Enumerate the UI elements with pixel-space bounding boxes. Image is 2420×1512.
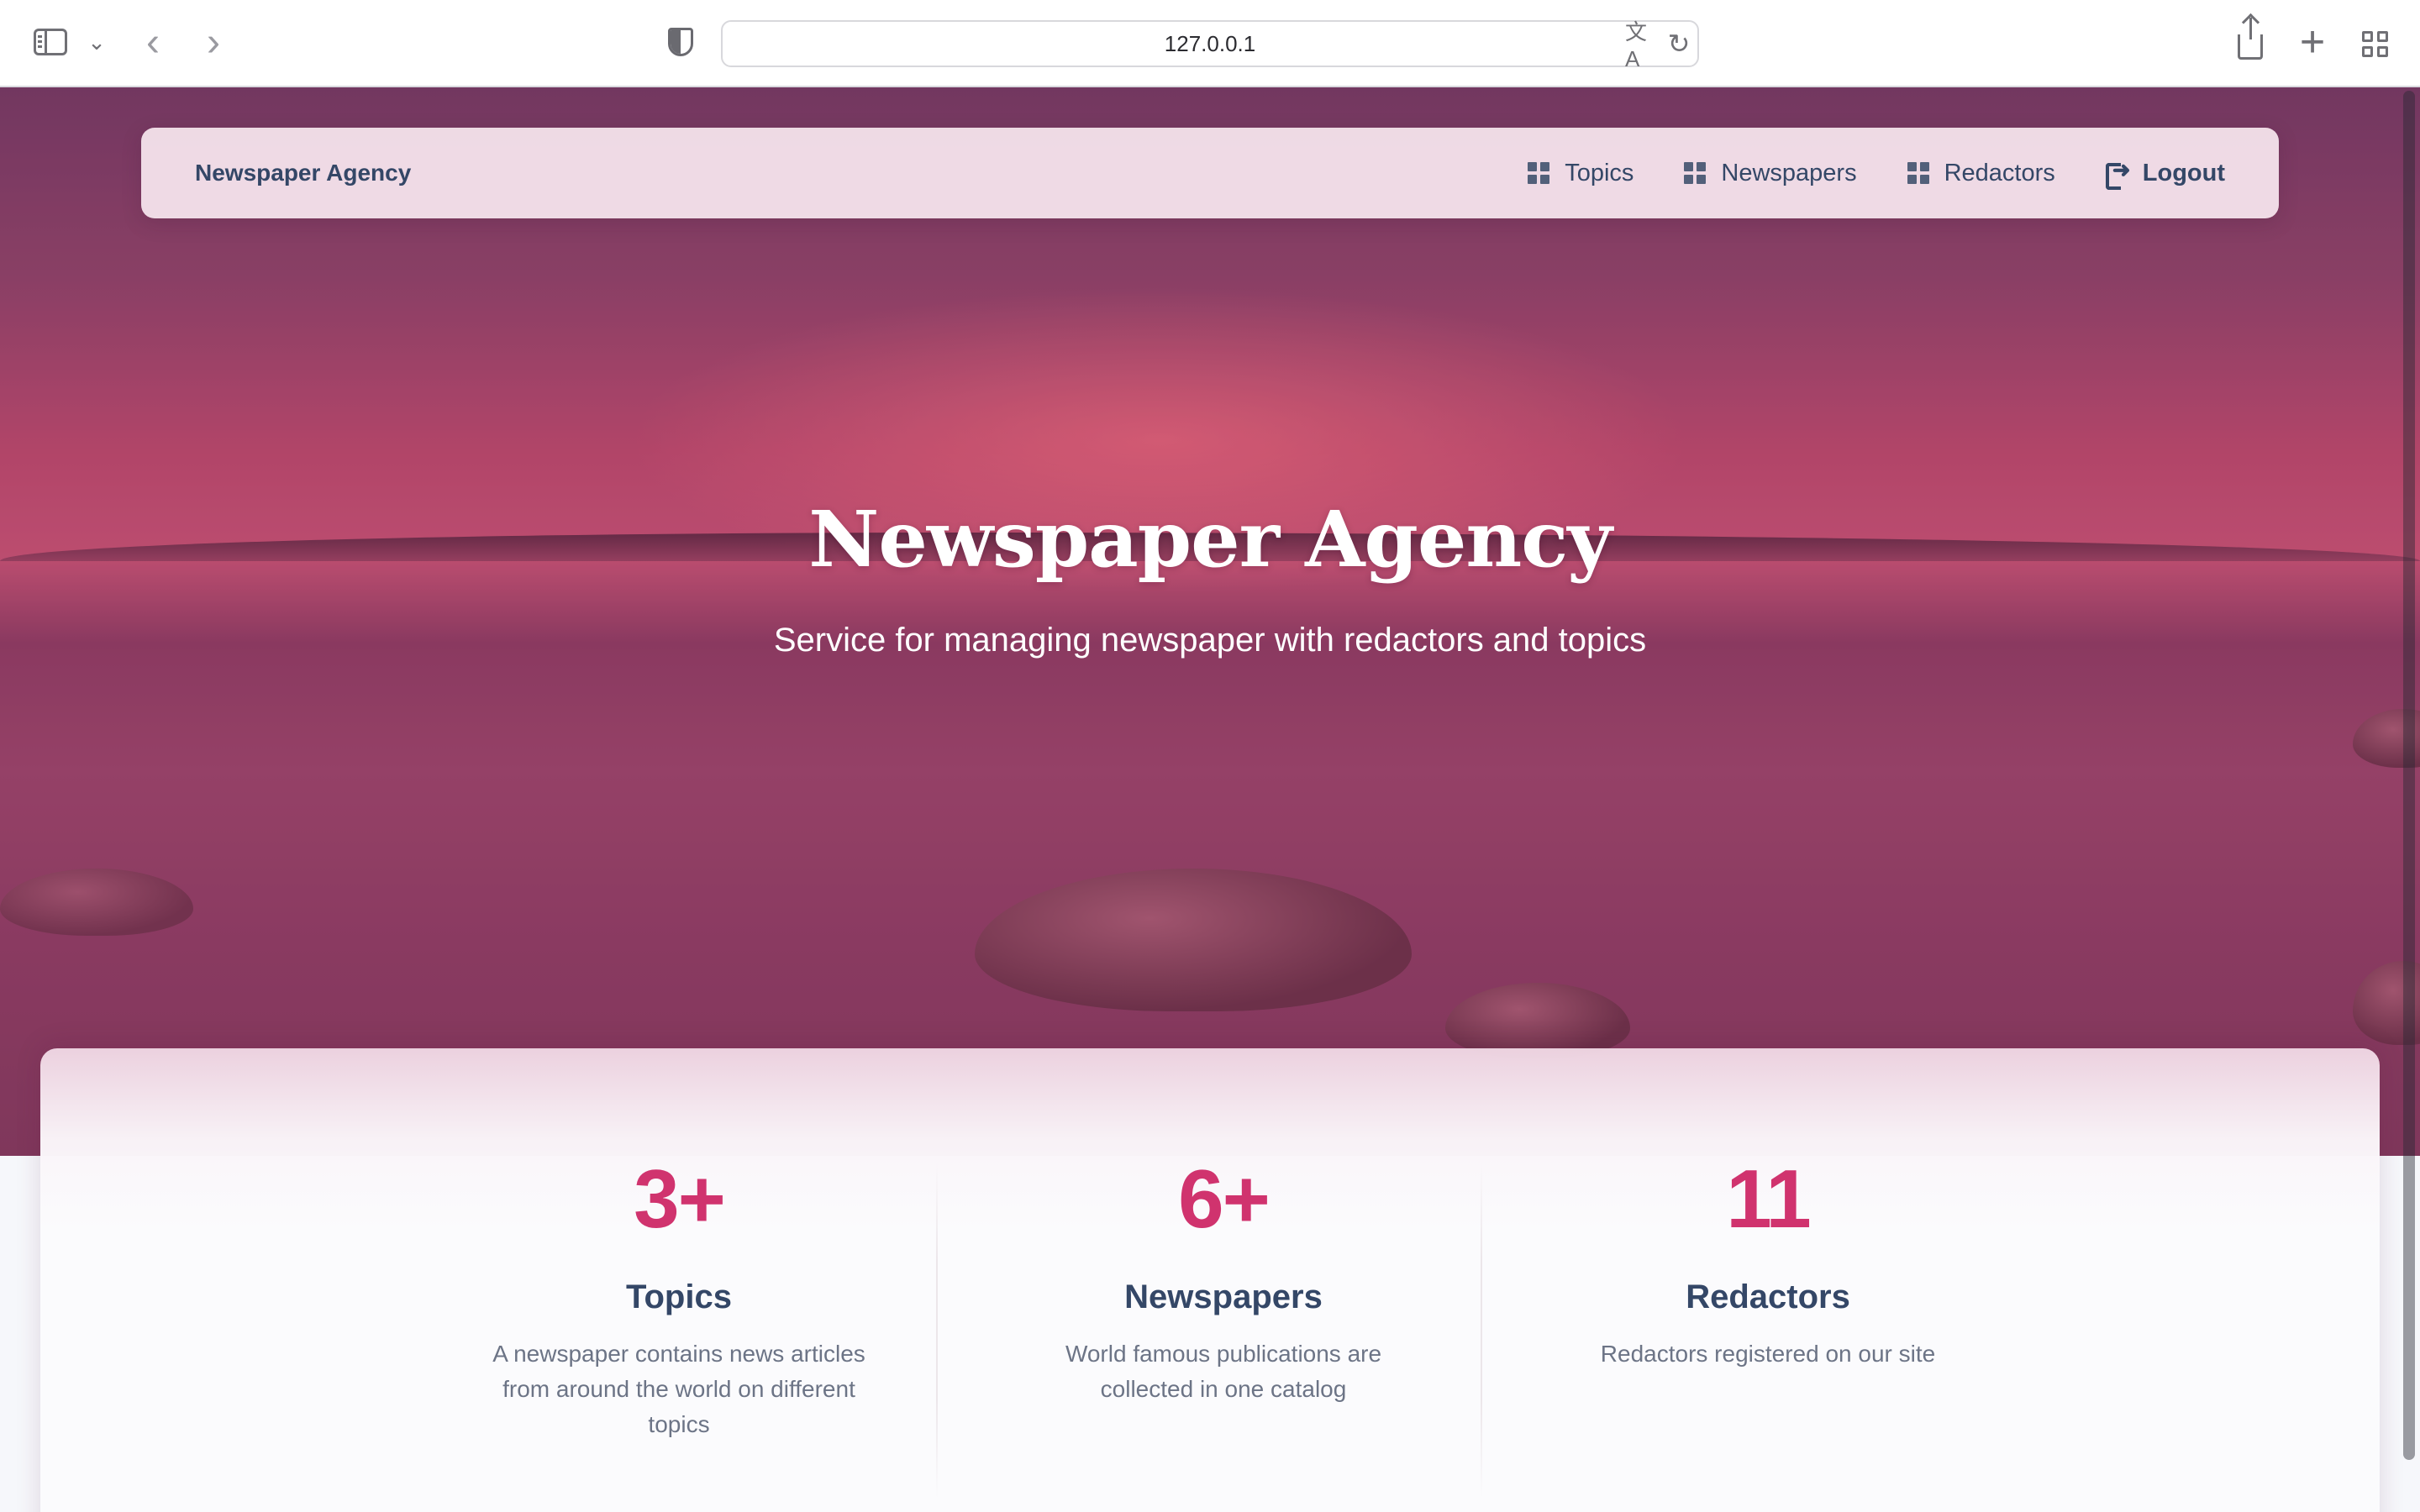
nav-item-newspapers[interactable]: Newspapers [1684, 159, 1857, 187]
back-button[interactable]: ‹ [134, 20, 171, 65]
plus-icon[interactable]: + [2294, 18, 2331, 66]
rock [975, 869, 1412, 1011]
hero-title: Newspaper Agency [808, 494, 1612, 585]
nav-item-logout[interactable]: Logout [2105, 157, 2225, 190]
logout-icon [2105, 157, 2131, 190]
stat-value: 11 [1726, 1152, 1812, 1245]
reload-icon[interactable]: ↻ [1664, 27, 1694, 60]
stat-value: 3+ [634, 1152, 726, 1245]
shield-icon[interactable] [664, 25, 697, 59]
stat-topics: 3+ Topics A newspaper contains news arti… [444, 1158, 914, 1442]
nav-item-label: Redactors [1944, 159, 2055, 186]
stat-redactors: 11 Redactors Redactors registered on our… [1533, 1158, 2003, 1372]
nav-item-label: Newspapers [1721, 159, 1857, 186]
browser-toolbar: ⌄ ‹ › 127.0.0.1 文A ↻ + [0, 0, 2420, 87]
stat-description: A newspaper contains news articles from … [492, 1341, 865, 1437]
grid-icon[interactable] [2358, 27, 2391, 60]
share-icon[interactable] [2232, 18, 2269, 62]
stats-card: 3+ Topics A newspaper contains news arti… [40, 1048, 2380, 1512]
dashboard-icon [1528, 162, 1550, 184]
brand-link[interactable]: Newspaper Agency [195, 160, 411, 186]
divider [936, 1163, 938, 1499]
scrollbar[interactable] [2403, 91, 2415, 1460]
forward-button[interactable]: › [195, 20, 232, 65]
nav-item-label: Logout [2142, 159, 2225, 186]
nav-item-redactors[interactable]: Redactors [1907, 160, 2055, 187]
nav-item-topics[interactable]: Topics [1528, 160, 1634, 187]
nav-item-label: Topics [1565, 159, 1634, 186]
dashboard-icon [1684, 162, 1707, 184]
nav-menu: Topics Newspapers Redactors Logout [1528, 157, 2225, 190]
stat-label: Topics [626, 1278, 732, 1315]
navbar: Newspaper Agency Topics Newspapers Redac… [141, 128, 2279, 218]
rock [1445, 983, 1630, 1058]
stat-newspapers: 6+ Newspapers World famous publications … [988, 1158, 1459, 1407]
stat-label: Newspapers [1124, 1278, 1323, 1315]
stat-label: Redactors [1686, 1278, 1850, 1315]
sidebar-icon[interactable] [30, 24, 71, 60]
dashboard-icon [1907, 162, 1929, 184]
rock [0, 869, 193, 936]
divider [1481, 1163, 1482, 1499]
translate-icon[interactable]: 文A [1625, 19, 1659, 71]
chevron-down-icon[interactable]: ⌄ [84, 25, 109, 59]
stat-description: World famous publications are collected … [1065, 1341, 1382, 1402]
hero-subtitle: Service for managing newspaper with reda… [773, 622, 1647, 659]
address-bar[interactable]: 127.0.0.1 [721, 20, 1699, 67]
stat-description: Redactors registered on our site [1600, 1341, 1936, 1367]
url-text: 127.0.0.1 [1164, 30, 1256, 56]
stat-value: 6+ [1178, 1152, 1270, 1245]
